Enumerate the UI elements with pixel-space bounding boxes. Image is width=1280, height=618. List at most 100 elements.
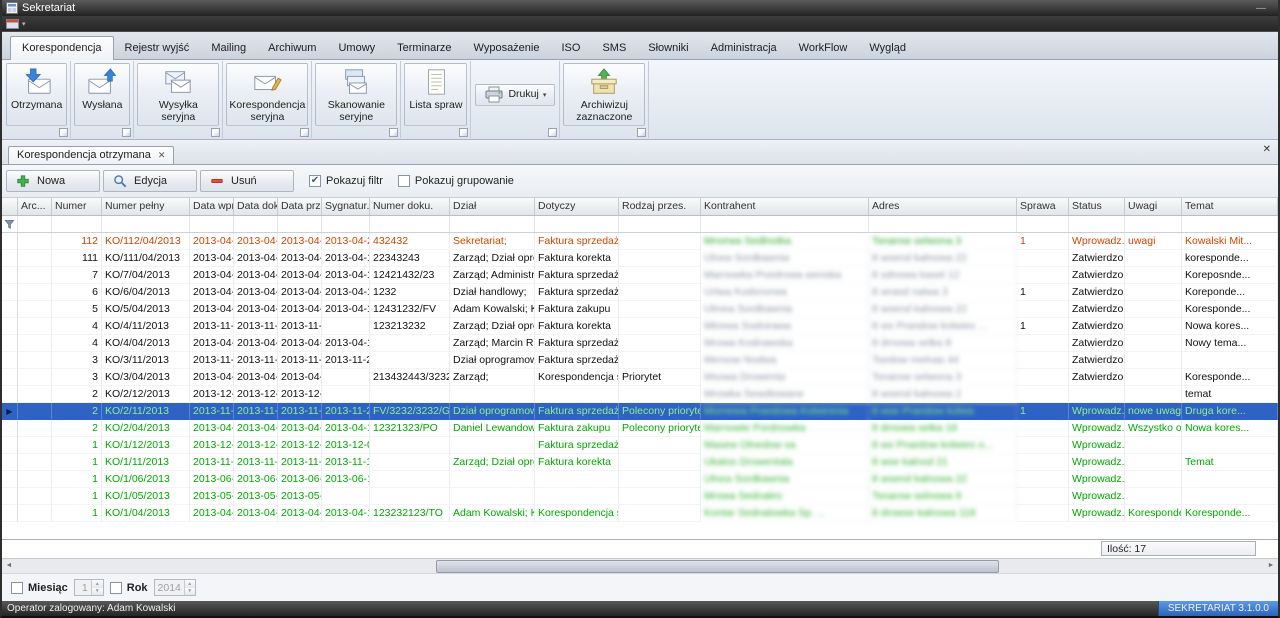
ribbon-tab-rejestr-wyjść[interactable]: Rejestr wyjść (114, 37, 201, 59)
column-header-temat[interactable]: Temat (1182, 198, 1278, 215)
minimize-button[interactable]: — (1248, 3, 1274, 14)
ribbon-tab-wyposażenie[interactable]: Wyposażenie (463, 37, 551, 59)
filter-cell-data-wpr[interactable] (190, 216, 234, 232)
dialog-launcher-icon[interactable] (459, 128, 468, 137)
column-header-dotyczy[interactable]: Dotyczy (535, 198, 619, 215)
ribbon-tab-iso[interactable]: ISO (550, 37, 591, 59)
qat-dropdown-icon[interactable]: ▾ (22, 20, 26, 28)
filter-cell-status[interactable] (1069, 216, 1125, 232)
month-spinner-buttons[interactable]: ▲▼ (91, 580, 103, 595)
month-spinner[interactable]: 1 ▲▼ (74, 579, 104, 596)
table-row[interactable]: 6KO/6/04/20132013-04-122013-04-122013-04… (2, 284, 1278, 301)
close-document-icon[interactable]: ✕ (1263, 144, 1271, 155)
column-header-data-wpr[interactable]: Data wpr. (190, 198, 234, 215)
dialog-launcher-icon[interactable] (59, 128, 68, 137)
column-header-sprawa[interactable]: Sprawa (1017, 198, 1069, 215)
dialog-launcher-icon[interactable] (211, 128, 220, 137)
ribbon-tab-administracja[interactable]: Administracja (700, 37, 788, 59)
ribbon-tab-wygląd[interactable]: Wygląd (858, 37, 917, 59)
filter-cell-temat[interactable] (1182, 216, 1278, 232)
column-header-numer-doku[interactable]: Numer doku. (370, 198, 450, 215)
year-spinner[interactable]: 2014 ▲▼ (154, 579, 196, 596)
column-header-kontrahent[interactable]: Kontrahent (701, 198, 869, 215)
table-row[interactable]: 112KO/112/04/20132013-04-252013-04-25201… (2, 233, 1278, 250)
filter-cell-dotyczy[interactable] (535, 216, 619, 232)
table-row[interactable]: 2KO/2/12/20132013-12-032013-12-032013-12… (2, 386, 1278, 403)
dialog-launcher-icon[interactable] (548, 128, 557, 137)
ribbon-button-korespondencja-seryjna[interactable]: Korespondencja seryjna (226, 63, 308, 126)
dialog-launcher-icon[interactable] (300, 128, 309, 137)
dialog-launcher-icon[interactable] (389, 128, 398, 137)
year-spinner-buttons[interactable]: ▲▼ (184, 580, 195, 595)
ribbon-button-lista-spraw[interactable]: Lista spraw (404, 63, 467, 126)
ribbon-button-archiwizuj-zaznaczone[interactable]: Archiwizuj zaznaczone (563, 63, 645, 126)
ribbon-tab-korespondencja[interactable]: Korespondencja (10, 36, 114, 60)
spin-up-icon[interactable]: ▲ (185, 580, 195, 588)
filter-cell-adres[interactable] (869, 216, 1017, 232)
filter-cell-data-dok[interactable] (234, 216, 278, 232)
horizontal-scrollbar[interactable]: ◄ ► (2, 558, 1278, 573)
ribbon-tab-mailing[interactable]: Mailing (200, 37, 257, 59)
show-grouping-checkbox[interactable]: Pokazuj grupowanie (398, 175, 514, 187)
close-tab-icon[interactable]: ✕ (158, 150, 166, 161)
ribbon-button-wysyłka-seryjna[interactable]: Wysyłka seryjna (137, 63, 219, 126)
table-row[interactable]: 3KO/3/11/20132013-11-202013-11-202013-11… (2, 352, 1278, 369)
table-row[interactable]: 7KO/7/04/20132013-04-122013-04-122013-04… (2, 267, 1278, 284)
delete-button[interactable]: Usuń (200, 170, 294, 192)
dialog-launcher-icon[interactable] (122, 128, 131, 137)
column-header-sygnatur[interactable]: Sygnatur... (322, 198, 370, 215)
filter-cell-numer-pełny[interactable] (102, 216, 190, 232)
table-row[interactable]: 1KO/1/11/20132013-11-182013-11-182013-11… (2, 454, 1278, 471)
ribbon-button-wysłana[interactable]: Wysłana (74, 63, 130, 126)
filter-cell-numer[interactable] (52, 216, 102, 232)
table-row[interactable]: ▶2KO/2/11/20132013-11-202013-11-042013-1… (2, 403, 1278, 420)
column-header-rodzaj-przes[interactable]: Rodzaj przes. (619, 198, 701, 215)
ribbon-button-otrzymana[interactable]: Otrzymana (6, 63, 67, 126)
ribbon-button-skanowanie-seryjne[interactable]: Skanowanie seryjne (315, 63, 397, 126)
column-header-data-dok[interactable]: Data dok. (234, 198, 278, 215)
ribbon-button-drukuj[interactable]: Drukuj▾ (475, 84, 555, 106)
spin-down-icon[interactable]: ▼ (92, 588, 103, 596)
column-header-uwagi[interactable]: Uwagi (1125, 198, 1182, 215)
ribbon-tab-archiwum[interactable]: Archiwum (257, 37, 327, 59)
table-row[interactable]: 4KO/4/11/20132013-11-252013-11-222013-11… (2, 318, 1278, 335)
column-header-numer[interactable]: Numer (52, 198, 102, 215)
spin-down-icon[interactable]: ▼ (185, 588, 195, 596)
table-row[interactable]: 1KO/1/06/20132013-06-102013-06-102013-06… (2, 471, 1278, 488)
scroll-left-icon[interactable]: ◄ (2, 559, 16, 572)
column-header-data-prze[interactable]: Data prze... (278, 198, 322, 215)
column-header-dział[interactable]: Dział (450, 198, 535, 215)
filter-cell-dział[interactable] (450, 216, 535, 232)
spin-up-icon[interactable]: ▲ (92, 580, 103, 588)
ribbon-tab-workflow[interactable]: WorkFlow (788, 37, 859, 59)
dialog-launcher-icon[interactable] (637, 128, 646, 137)
column-header-arc[interactable]: Arc... (18, 198, 52, 215)
year-checkbox[interactable]: Rok (110, 582, 148, 594)
tab-korespondencja-otrzymana[interactable]: Korespondencja otrzymana ✕ (8, 146, 174, 164)
table-row[interactable]: 111KO/111/04/20132013-04-122013-04-12201… (2, 250, 1278, 267)
column-header-adres[interactable]: Adres (869, 198, 1017, 215)
new-button[interactable]: Nowa (6, 170, 100, 192)
edit-button[interactable]: Edycja (103, 170, 197, 192)
filter-cell-sprawa[interactable] (1017, 216, 1069, 232)
table-row[interactable]: 1KO/1/05/20132013-05-142013-05-142013-05… (2, 488, 1278, 505)
filter-cell-uwagi[interactable] (1125, 216, 1182, 232)
show-filter-checkbox[interactable]: ✔ Pokazuj filtr (309, 175, 383, 187)
table-row[interactable]: 5KO/5/04/20132013-04-122013-04-122013-04… (2, 301, 1278, 318)
ribbon-tab-słowniki[interactable]: Słowniki (637, 37, 699, 59)
column-header-status[interactable]: Status (1069, 198, 1125, 215)
scrollbar-thumb[interactable] (436, 560, 999, 573)
filter-cell-arc[interactable] (18, 216, 52, 232)
filter-cell-rodzaj-przes[interactable] (619, 216, 701, 232)
ribbon-tab-sms[interactable]: SMS (591, 37, 637, 59)
table-row[interactable]: 4KO/4/04/20132013-04-122013-04-122013-04… (2, 335, 1278, 352)
table-row[interactable]: 3KO/3/04/20132013-04-122013-04-122013-04… (2, 369, 1278, 386)
table-row[interactable]: 1KO/1/04/20132013-04-122013-04-122013-04… (2, 505, 1278, 522)
table-row[interactable]: 2KO/2/04/20132013-04-122013-04-122013-04… (2, 420, 1278, 437)
filter-cell-sygnatur[interactable] (322, 216, 370, 232)
filter-cell-numer-doku[interactable] (370, 216, 450, 232)
filter-cell-data-prze[interactable] (278, 216, 322, 232)
month-checkbox[interactable]: Miesiąc (11, 582, 68, 594)
column-header-numer-pełny[interactable]: Numer pełny (102, 198, 190, 215)
system-menu-icon[interactable] (6, 18, 20, 30)
